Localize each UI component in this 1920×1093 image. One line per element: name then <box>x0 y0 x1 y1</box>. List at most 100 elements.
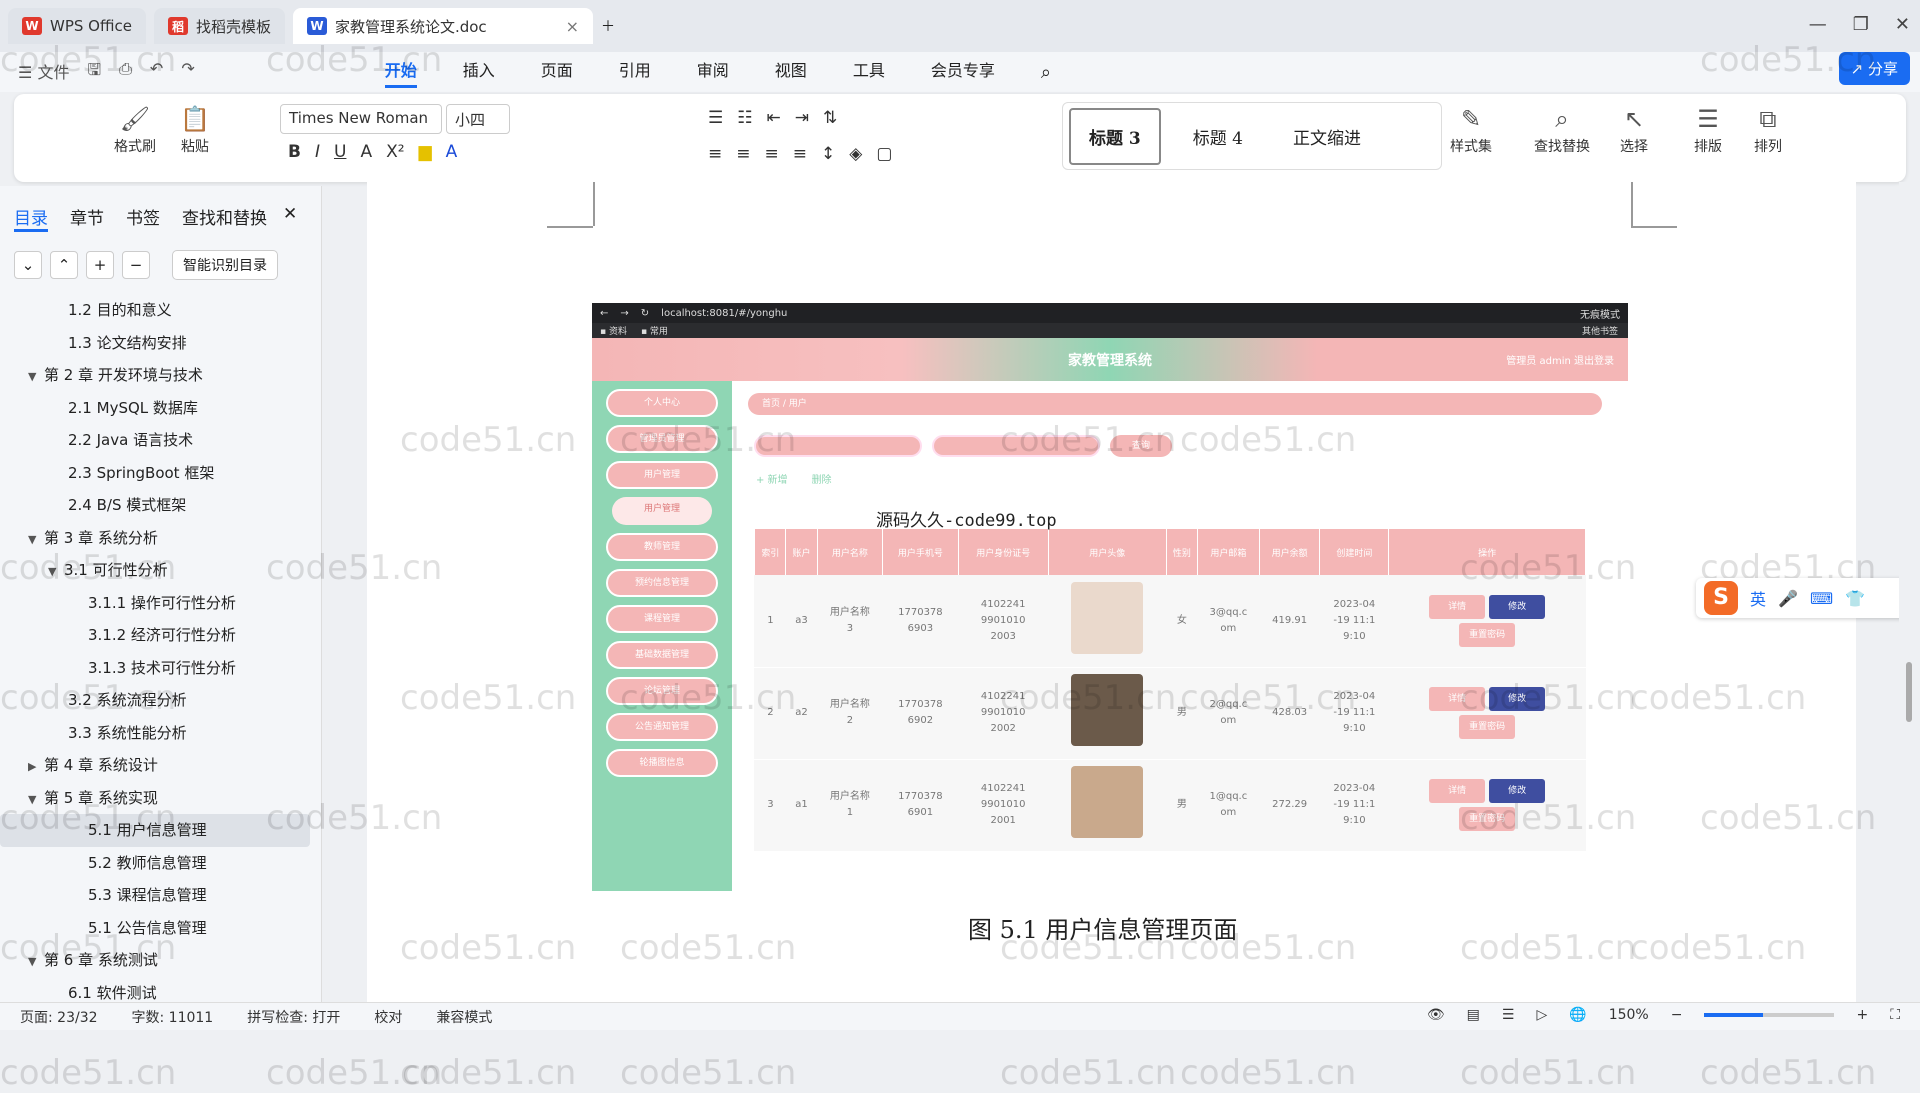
toggle-icon[interactable]: ▼ <box>28 361 44 394</box>
save-icon[interactable]: 🖫 <box>87 59 101 86</box>
toc-item[interactable]: ▼ 3.1 可行性分析 <box>0 554 310 587</box>
toc-item[interactable]: 3.1.3 技术可行性分析 <box>0 652 310 685</box>
superscript-button[interactable]: X² <box>386 142 404 162</box>
menu-item[interactable]: 视图 <box>775 57 807 88</box>
menu-item[interactable]: 审阅 <box>697 57 729 88</box>
menu-item[interactable]: 插入 <box>463 57 495 88</box>
toc-item[interactable]: 2.3 SpringBoot 框架 <box>0 457 310 490</box>
zoom-slider[interactable] <box>1704 1013 1835 1017</box>
toggle-icon[interactable]: ▼ <box>28 946 44 979</box>
tab-2[interactable]: W 家教管理系统论文.doc × <box>292 8 593 44</box>
toc-item[interactable]: 5.3 课程信息管理 <box>0 879 310 912</box>
sort-icon[interactable]: ⇅ <box>823 108 837 128</box>
arrange-button[interactable]: ⧉ 排列 <box>1754 102 1782 156</box>
indent-icon[interactable]: ⇤ <box>767 108 781 128</box>
menu-item[interactable]: 开始 <box>384 57 417 88</box>
proofread[interactable]: 校对 <box>374 1007 402 1027</box>
mic-icon[interactable]: 🎤 <box>1778 589 1798 608</box>
sogou-icon[interactable]: S <box>1704 581 1738 615</box>
add-icon[interactable]: + <box>86 251 114 279</box>
close-icon[interactable]: ✕ <box>1895 14 1910 35</box>
toc-item[interactable]: 5.1 公告信息管理 <box>0 912 310 945</box>
style-option[interactable]: 正文缩进 <box>1275 110 1379 163</box>
restore-icon[interactable]: ❐ <box>1853 14 1869 35</box>
shading-icon[interactable]: ◈ <box>849 144 862 164</box>
line-spacing-icon[interactable]: ↕ <box>821 144 835 164</box>
toggle-icon[interactable]: ▶ <box>28 751 44 784</box>
collapse-icon[interactable]: ⌄ <box>14 251 42 279</box>
menu-item[interactable]: 工具 <box>853 57 885 88</box>
menu-item[interactable]: 会员专享 <box>931 57 995 88</box>
ime-lang[interactable]: 英 <box>1750 586 1766 610</box>
align-center-icon[interactable]: ≡ <box>736 144 750 164</box>
toc-item[interactable]: ▼ 第 2 章 开发环境与技术 <box>0 359 310 392</box>
outdent-icon[interactable]: ⇥ <box>795 108 809 128</box>
menu-item[interactable]: 引用 <box>619 57 651 88</box>
toc-item[interactable]: 2.4 B/S 模式框架 <box>0 489 310 522</box>
font-size-select[interactable]: 小四 <box>446 104 510 134</box>
find-replace-button[interactable]: ⌕ 查找替换 <box>1534 102 1590 156</box>
toc-item[interactable]: 2.2 Java 语言技术 <box>0 424 310 457</box>
vertical-scrollbar[interactable] <box>1899 182 1920 1002</box>
font-name-select[interactable]: Times New Roman <box>280 104 442 134</box>
smart-toc-button[interactable]: 智能识别目录 <box>172 250 278 280</box>
redo-icon[interactable]: ↷ <box>181 59 194 86</box>
italic-button[interactable]: I <box>315 142 320 162</box>
eye-icon[interactable]: 👁 <box>1427 1007 1445 1023</box>
style-sets-button[interactable]: ✎ 样式集 <box>1450 102 1492 156</box>
spell-check[interactable]: 拼写检查: 打开 <box>247 1007 340 1027</box>
zoom-in-icon[interactable]: + <box>1856 1007 1868 1023</box>
bullets-icon[interactable]: ☰ <box>708 108 723 128</box>
toc-item[interactable]: 5.2 教师信息管理 <box>0 847 310 880</box>
toc-item[interactable]: 2.1 MySQL 数据库 <box>0 392 310 425</box>
zoom-out-icon[interactable]: − <box>1671 1007 1683 1023</box>
highlight-button[interactable]: ▆ <box>419 142 432 162</box>
share-button[interactable]: ↗ 分享 <box>1838 52 1910 85</box>
format-painter-button[interactable]: 🖌 格式刷 <box>114 102 156 156</box>
toc-item[interactable]: 1.3 论文结构安排 <box>0 327 310 360</box>
panel-tab[interactable]: 查找和替换 <box>182 204 267 232</box>
fullscreen-icon[interactable]: ⛶ <box>1890 1007 1900 1023</box>
toc-item[interactable]: ▼ 第 5 章 系统实现 <box>0 782 310 815</box>
align-left-icon[interactable]: ≡ <box>708 144 722 164</box>
toc-item[interactable]: 3.2 系统流程分析 <box>0 684 310 717</box>
justify-icon[interactable]: ≡ <box>793 144 807 164</box>
toc-item[interactable]: ▼ 第 6 章 系统测试 <box>0 944 310 977</box>
toggle-icon[interactable]: ▼ <box>28 784 44 817</box>
font-color-button[interactable]: A <box>446 142 458 162</box>
outline-icon[interactable]: ☰ <box>1502 1007 1515 1023</box>
strike-button[interactable]: A <box>360 142 372 162</box>
select-button[interactable]: ↖ 选择 <box>1620 102 1648 156</box>
toggle-icon[interactable]: ▼ <box>48 556 64 589</box>
minimize-icon[interactable]: — <box>1809 14 1827 35</box>
print-icon[interactable]: ⎙ <box>119 59 132 86</box>
style-option[interactable]: 标题 4 <box>1175 110 1261 163</box>
toggle-icon[interactable]: ▼ <box>28 524 44 557</box>
expand-icon[interactable]: ⌃ <box>50 251 78 279</box>
toc-item[interactable]: 5.1 用户信息管理 <box>0 814 310 847</box>
toc-item[interactable]: ▼ 第 3 章 系统分析 <box>0 522 310 555</box>
close-panel-icon[interactable]: ✕ <box>283 204 297 232</box>
panel-tab[interactable]: 书签 <box>126 204 160 232</box>
menu-icon[interactable]: ☰ 文件 <box>18 59 69 86</box>
style-option[interactable]: 标题 3 <box>1069 107 1161 165</box>
shirt-icon[interactable]: 👕 <box>1845 589 1865 608</box>
page-view-icon[interactable]: ▤ <box>1467 1007 1480 1023</box>
web-icon[interactable]: 🌐 <box>1569 1007 1586 1023</box>
tab-0[interactable]: W WPS Office <box>8 8 146 44</box>
underline-button[interactable]: U <box>334 142 346 162</box>
align-right-icon[interactable]: ≡ <box>765 144 779 164</box>
search-icon[interactable]: ⌕ <box>1041 62 1051 83</box>
paste-button[interactable]: 📋 粘贴 <box>180 102 210 156</box>
toc-item[interactable]: ▶ 第 4 章 系统设计 <box>0 749 310 782</box>
remove-icon[interactable]: − <box>122 251 150 279</box>
layout-button[interactable]: ☰ 排版 <box>1694 102 1722 156</box>
toc-item[interactable]: 3.3 系统性能分析 <box>0 717 310 750</box>
toc-item[interactable]: 3.1.2 经济可行性分析 <box>0 619 310 652</box>
close-tab-icon[interactable]: × <box>566 17 579 36</box>
toc-item[interactable]: 1.2 目的和意义 <box>0 294 310 327</box>
scrollbar-thumb[interactable] <box>1906 662 1912 722</box>
keyboard-icon[interactable]: ⌨ <box>1810 589 1833 608</box>
tab-1[interactable]: 稻找稻壳模板 <box>153 8 285 44</box>
play-icon[interactable]: ▷ <box>1536 1007 1547 1023</box>
